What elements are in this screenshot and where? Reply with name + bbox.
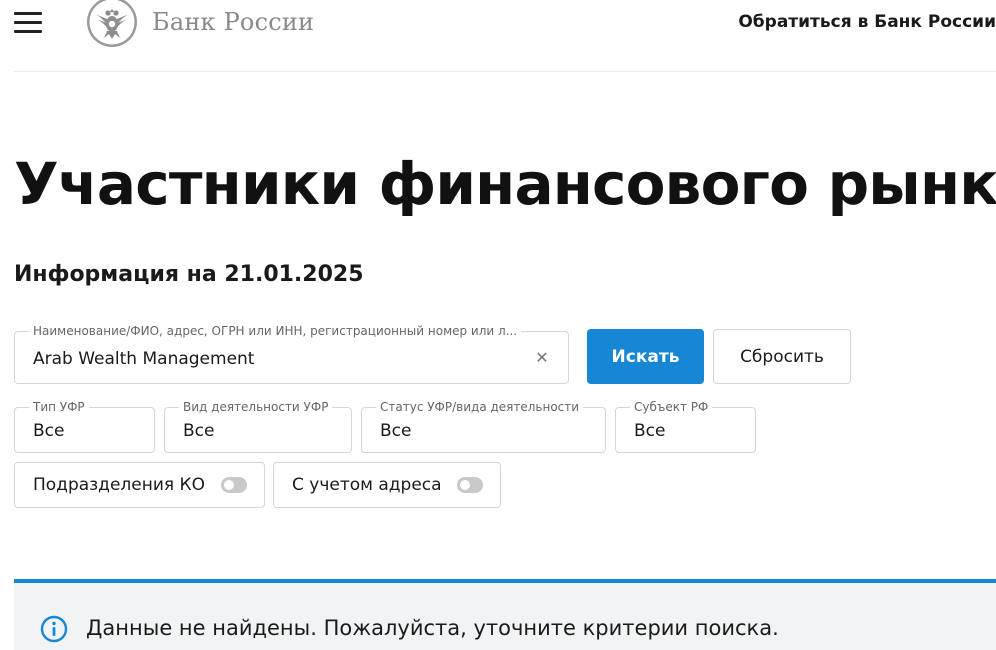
activity-type-label: Вид деятельности УФР (179, 400, 333, 414)
site-header: Банк России Обратиться в Банк России (0, 0, 996, 72)
ko-divisions-switch[interactable] (221, 477, 247, 493)
header-divider (14, 71, 996, 72)
search-input-label: Наименование/ФИО, адрес, ОГРН или ИНН, р… (29, 324, 522, 338)
logo-text: Банк России (152, 8, 315, 36)
region-select[interactable]: Субъект РФ Все (615, 400, 756, 453)
address-switch[interactable] (457, 477, 483, 493)
ufr-type-value: Все (33, 421, 65, 441)
search-button[interactable]: Искать (587, 329, 704, 384)
reset-button[interactable]: Сбросить (713, 329, 851, 384)
ko-divisions-toggle-box[interactable]: Подразделения КО (14, 462, 265, 508)
address-label: С учетом адреса (292, 475, 442, 495)
address-toggle-box[interactable]: С учетом адреса (273, 462, 501, 508)
activity-type-select[interactable]: Вид деятельности УФР Все (164, 400, 352, 453)
eagle-emblem-icon (87, 0, 137, 47)
status-label: Статус УФР/вида деятельности (376, 400, 584, 414)
page-title: Участники финансового рынка (14, 150, 996, 218)
close-icon[interactable]: ✕ (532, 348, 552, 368)
info-icon (40, 615, 68, 643)
info-date-heading: Информация на 21.01.2025 (14, 262, 364, 287)
status-value: Все (380, 421, 412, 441)
no-results-notice: Данные не найдены. Пожалуйста, уточните … (14, 579, 996, 650)
region-value: Все (634, 421, 666, 441)
no-results-text: Данные не найдены. Пожалуйста, уточните … (86, 616, 779, 640)
activity-type-value: Все (183, 421, 215, 441)
region-label: Субъект РФ (630, 400, 713, 414)
ufr-type-select[interactable]: Тип УФР Все (14, 400, 155, 453)
bank-logo[interactable]: Банк России (86, 0, 314, 50)
search-input-value[interactable]: Arab Wealth Management (33, 349, 254, 369)
ko-divisions-label: Подразделения КО (33, 475, 205, 495)
contact-bank-link[interactable]: Обратиться в Банк России (738, 12, 996, 32)
ufr-type-label: Тип УФР (29, 400, 89, 414)
search-input[interactable]: Наименование/ФИО, адрес, ОГРН или ИНН, р… (14, 324, 569, 384)
hamburger-menu-icon[interactable] (14, 12, 42, 34)
status-select[interactable]: Статус УФР/вида деятельности Все (361, 400, 606, 453)
